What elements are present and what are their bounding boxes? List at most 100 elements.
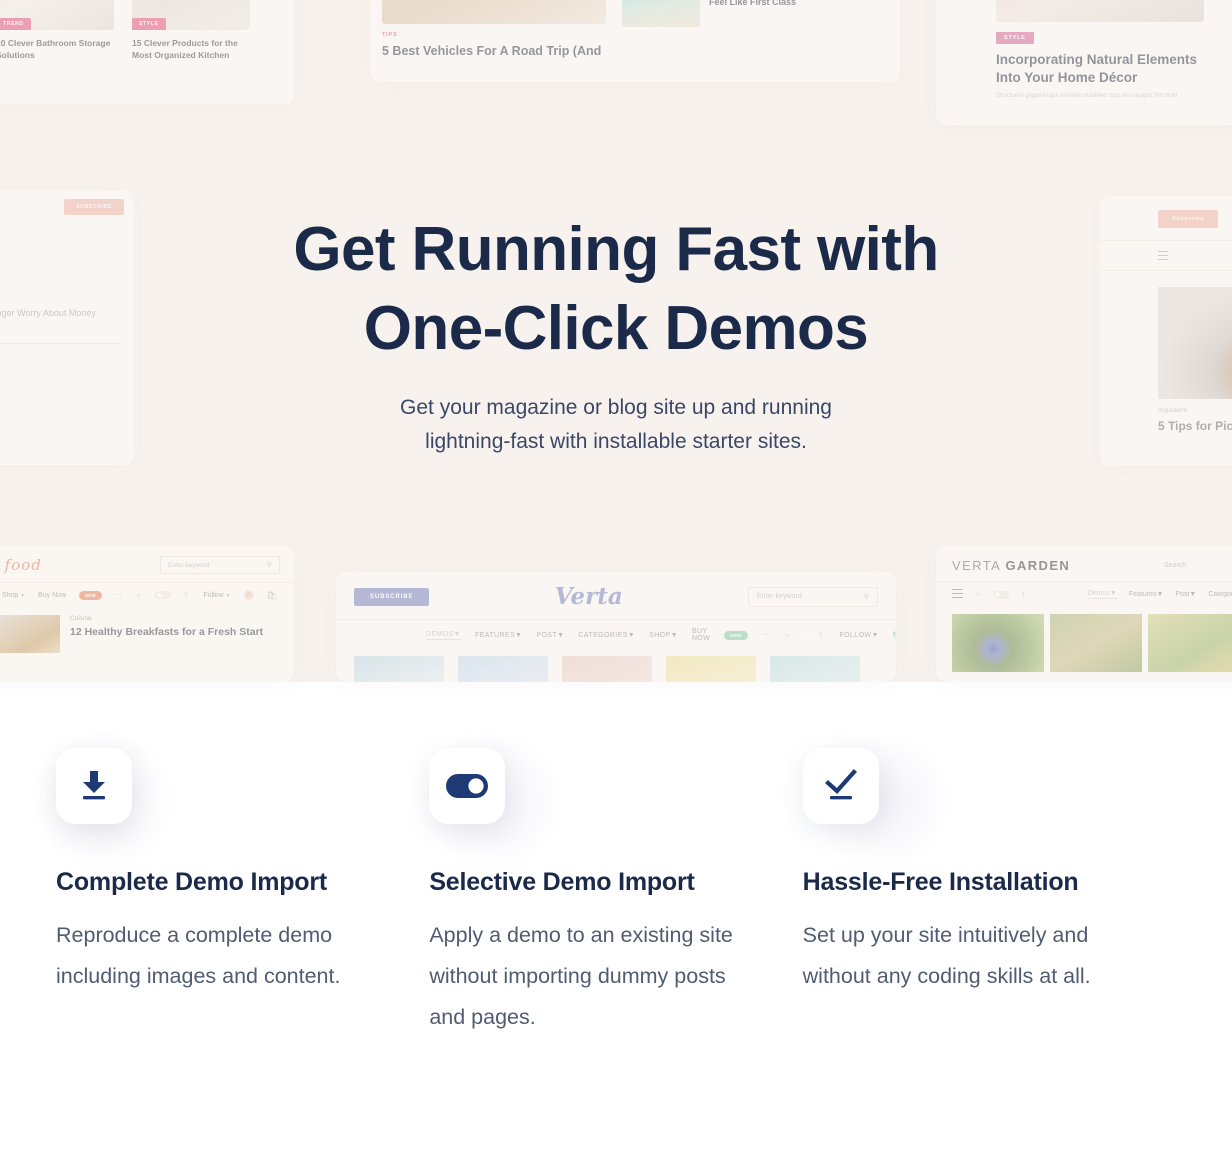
subscribe-button[interactable]: SUBSCRIBE (354, 587, 430, 606)
search-icon: ⚲ (266, 562, 272, 569)
search-placeholder: Enter keyword (757, 593, 802, 600)
article-headline: 5 Best Vehicles For A Road Trip (And (382, 44, 602, 58)
feature-card-selective-demo-import: Selective Demo Import Apply a demo to an… (429, 748, 802, 1038)
article-hero-image (996, 0, 1204, 22)
site-logo: VERTAfood (0, 556, 42, 574)
article-title: 15 Clever Products for the Most Organize… (132, 38, 238, 61)
garden-photo (1050, 613, 1142, 672)
nav-item-categories[interactable]: CATEGORIES▼ (578, 632, 635, 639)
post-card (666, 656, 756, 682)
category-badge: STYLE (996, 32, 1034, 44)
post-card (354, 656, 444, 682)
nav-item-follow[interactable]: Follow ▼ (203, 592, 230, 599)
feature-card-complete-demo-import: Complete Demo Import Reproduce a complet… (56, 748, 429, 1038)
download-icon-glyph (83, 771, 105, 800)
new-badge: NEW (79, 590, 102, 600)
search-icon: ⚲ (863, 593, 869, 601)
page-title: Get Running Fast with One-Click Demos (0, 210, 1232, 369)
more-options-icon[interactable]: ⋯ (762, 631, 770, 639)
feature-description: Reproduce a complete demo including imag… (56, 923, 341, 988)
logo-text: VERTA (0, 557, 2, 574)
nav-item-post[interactable]: POST▼ (536, 632, 564, 639)
dark-mode-icon[interactable]: ☾ (184, 591, 190, 599)
logo-script-text: food (4, 556, 42, 574)
page-subtitle-line-2: lightning-fast with installable starter … (425, 429, 807, 453)
check-icon (802, 748, 879, 824)
nav-item-follow[interactable]: FOLLOW▼ (839, 632, 878, 639)
hero-section: Get Running Fast with One-Click Demos Ge… (0, 210, 1232, 459)
search-placeholder: Search (1164, 561, 1187, 569)
page-subtitle: Get your magazine or blog site up and ru… (0, 391, 1232, 459)
garden-photo (952, 613, 1044, 672)
hamburger-menu-icon[interactable] (952, 589, 963, 601)
post-card (770, 656, 860, 682)
category-badge: STYLE (132, 18, 166, 30)
nav-item-features[interactable]: FEATURES▼ (475, 632, 522, 639)
nav-item-buy-now[interactable]: Buy Now (38, 592, 66, 599)
search-input[interactable]: Search (1164, 562, 1232, 570)
article-title: 12 Healthy Breakfasts for a Fresh Start (70, 626, 264, 638)
article-title: 20 Clever Bathroom Storage Solutions (0, 38, 111, 61)
cart-count-badge: 0 (892, 630, 896, 640)
cart-count-badge: 0 (243, 590, 254, 600)
article-thumbnail: TREND (0, 0, 114, 30)
mockup-top-left: TREND 20 Clever Bathroom Storage Solutio… (0, 0, 294, 104)
light-mode-icon[interactable]: ☼ (975, 591, 981, 598)
nav-item-shop[interactable]: Shop ▼ (2, 592, 25, 599)
mockup-top-right: STYLE Incorporating Natural Elements Int… (936, 0, 1232, 125)
download-icon (56, 748, 132, 824)
nav-item-post[interactable]: Post▼ (1175, 591, 1196, 598)
logo-text-bold: GARDEN (1005, 558, 1071, 573)
search-input[interactable]: Enter keyword ⚲ (160, 556, 280, 574)
light-mode-icon[interactable]: ☼ (136, 592, 142, 599)
toggle-switch-icon-glyph (446, 774, 489, 798)
page-root: TREND 20 Clever Bathroom Storage Solutio… (0, 0, 1232, 1154)
site-logo: VERTA GARDEN (952, 558, 1070, 573)
page-title-line-2: One-Click Demos (363, 294, 869, 364)
article-hero-image (382, 0, 606, 24)
garden-photo (1148, 613, 1232, 672)
article-thumbnail: STYLE (132, 0, 250, 30)
nav-item-features[interactable]: Features▼ (1129, 591, 1164, 598)
toggle-switch-icon (429, 748, 506, 824)
post-card (562, 656, 652, 682)
category-label: TIPS (382, 32, 398, 38)
feature-title: Hassle-Free Installation (802, 868, 1079, 896)
article-excerpt: Structured gripped tape invisible moulde… (996, 93, 1178, 100)
dark-mode-toggle[interactable] (993, 590, 1010, 599)
nav-item-buy-now[interactable]: BUY NOW (692, 628, 710, 642)
category-badge: TREND (0, 18, 31, 30)
post-card (458, 656, 548, 682)
more-options-icon[interactable]: ⋯ (115, 591, 123, 599)
bag-icon[interactable]: 🛍 (267, 591, 277, 600)
mock-article-card: TREND 20 Clever Bathroom Storage Solutio… (0, 0, 114, 62)
mock-article-card: STYLE 15 Clever Products for the Most Or… (132, 0, 250, 62)
light-mode-icon[interactable]: ☼ (784, 632, 791, 639)
nav-item-demos[interactable]: DEMOS▼ (426, 631, 462, 640)
site-logo: Verta (554, 583, 623, 610)
feature-description: Set up your site intuitively and without… (802, 923, 1091, 988)
mockup-top-center: TIPS 5 Best Vehicles For A Road Trip (An… (370, 0, 900, 82)
new-badge: NEW (724, 630, 748, 640)
article-headline: Incorporating Natural Elements Into Your… (996, 52, 1198, 86)
search-input[interactable]: Enter keyword ⚲ (748, 586, 878, 607)
feature-title: Complete Demo Import (56, 868, 328, 896)
feature-title: Selective Demo Import (429, 868, 695, 896)
article-thumbnail (622, 0, 700, 27)
search-placeholder: Enter keyword (168, 561, 210, 569)
nav-item-demos[interactable]: Demos▼ (1087, 590, 1117, 600)
article-headline: 10 Items That Will Make Your Road Trip F… (709, 0, 797, 8)
feature-description: Apply a demo to an existing site without… (429, 923, 733, 1029)
check-icon-glyph (824, 769, 857, 800)
nav-item-shop[interactable]: SHOP▼ (649, 632, 678, 639)
dark-mode-icon[interactable]: ☾ (819, 631, 826, 639)
category-label: Cuisine (70, 615, 92, 622)
nav-item-categories[interactable]: Categories▼ (1208, 591, 1232, 598)
feature-card-hassle-free-installation: Hassle-Free Installation Set up your sit… (802, 748, 1176, 1038)
page-subtitle-line-1: Get your magazine or blog site up and ru… (400, 395, 832, 419)
mockup-bottom-right: VERTA GARDEN Search ☼ ☾ Demos▼ Features▼… (936, 546, 1232, 682)
dark-mode-toggle[interactable] (155, 591, 172, 599)
features-section: Complete Demo Import Reproduce a complet… (0, 748, 1232, 1038)
dark-mode-icon[interactable]: ☾ (1021, 591, 1027, 599)
mockup-bottom-center: SUBSCRIBE Verta Enter keyword ⚲ DEMOS▼ F… (336, 572, 896, 682)
